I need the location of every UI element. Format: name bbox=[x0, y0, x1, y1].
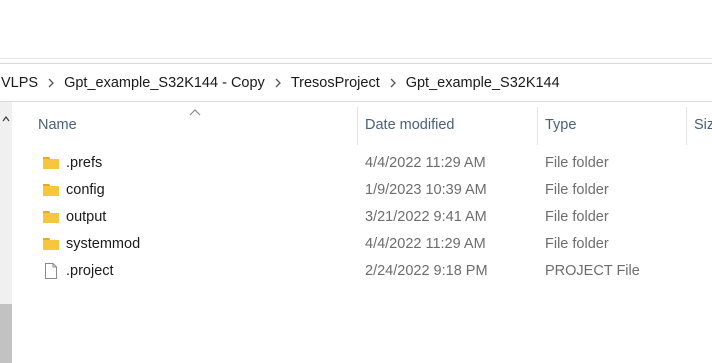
file-row-systemmod[interactable]: systemmod 4/4/2022 11:29 AM File folder bbox=[13, 231, 712, 258]
column-header-name[interactable]: Name bbox=[38, 102, 77, 147]
file-type: PROJECT File bbox=[545, 263, 640, 279]
folder-icon bbox=[42, 208, 60, 226]
file-date: 3/21/2022 9:41 AM bbox=[365, 209, 487, 225]
column-header-date-label: Date modified bbox=[365, 116, 455, 133]
file-row-project[interactable]: .project 2/24/2022 9:18 PM PROJECT File bbox=[13, 258, 712, 285]
file-name: .prefs bbox=[66, 155, 103, 171]
folder-icon bbox=[42, 181, 60, 199]
column-header-size-label: Siz bbox=[694, 116, 712, 133]
column-header-date-modified[interactable]: Date modified bbox=[365, 102, 454, 147]
column-divider[interactable] bbox=[686, 107, 687, 145]
breadcrumb-item-current[interactable]: Gpt_example_S32K144 bbox=[404, 75, 562, 91]
chevron-right-icon[interactable] bbox=[267, 75, 289, 91]
column-header-size[interactable]: Siz bbox=[694, 102, 712, 147]
file-row-output[interactable]: output 3/21/2022 9:41 AM File folder bbox=[13, 204, 712, 231]
file-name: systemmod bbox=[66, 236, 141, 252]
folder-icon bbox=[42, 235, 60, 253]
file-row-prefs[interactable]: .prefs 4/4/2022 11:29 AM File folder bbox=[13, 150, 712, 177]
column-divider[interactable] bbox=[357, 107, 358, 145]
sort-ascending-icon bbox=[189, 109, 201, 116]
file-type: File folder bbox=[545, 236, 609, 252]
file-type: File folder bbox=[545, 155, 609, 171]
breadcrumb-item-gpt-copy[interactable]: Gpt_example_S32K144 - Copy bbox=[62, 75, 267, 91]
file-name: output bbox=[66, 209, 107, 225]
file-date: 1/9/2023 10:39 AM bbox=[365, 182, 487, 198]
column-header-type[interactable]: Type bbox=[545, 102, 576, 147]
file-name: config bbox=[66, 182, 105, 198]
scrollbar-thumb[interactable] bbox=[0, 304, 12, 363]
breadcrumb: VLPS Gpt_example_S32K144 - Copy TresosPr… bbox=[0, 63, 712, 102]
file-icon bbox=[42, 262, 60, 280]
file-date: 4/4/2022 11:29 AM bbox=[365, 236, 486, 252]
file-date: 2/24/2022 9:18 PM bbox=[365, 263, 488, 279]
toolbar-area bbox=[0, 0, 712, 59]
breadcrumb-item-tresosproject[interactable]: TresosProject bbox=[289, 75, 382, 91]
file-date: 4/4/2022 11:29 AM bbox=[365, 155, 486, 171]
column-divider[interactable] bbox=[537, 107, 538, 145]
file-name: .project bbox=[66, 263, 114, 279]
file-type: File folder bbox=[545, 182, 609, 198]
chevron-right-icon[interactable] bbox=[40, 75, 62, 91]
scroll-up-arrow-icon[interactable] bbox=[0, 112, 12, 126]
file-type: File folder bbox=[545, 209, 609, 225]
chevron-right-icon[interactable] bbox=[382, 75, 404, 91]
file-row-config[interactable]: config 1/9/2023 10:39 AM File folder bbox=[13, 177, 712, 204]
folder-icon bbox=[42, 154, 60, 172]
column-header-name-label: Name bbox=[38, 116, 77, 133]
column-header-type-label: Type bbox=[545, 116, 577, 133]
breadcrumb-item-vlps[interactable]: VLPS bbox=[0, 75, 40, 91]
